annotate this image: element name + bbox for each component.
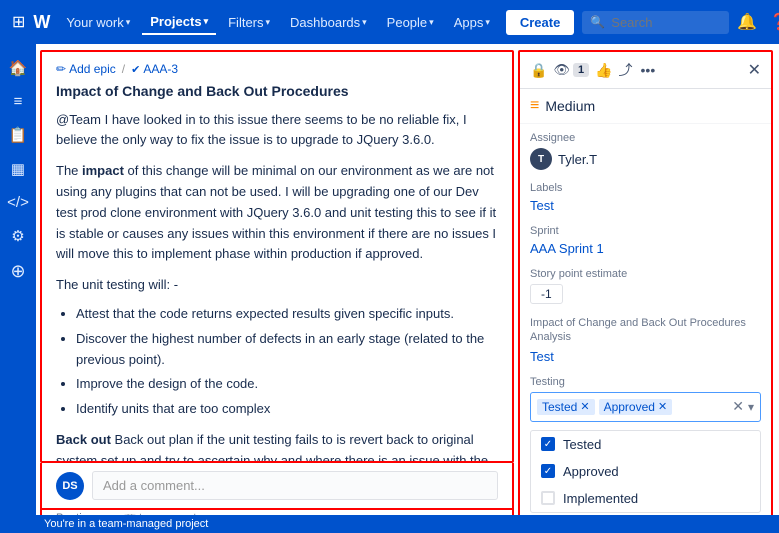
status-bar: You're in a team-managed project [36,515,779,533]
nav-projects[interactable]: Projects ▾ [142,10,216,35]
analysis-value[interactable]: Test [530,349,554,364]
sidebar-icon-reports[interactable]: ▦ [2,153,34,185]
dropdown-tested-label: Tested [563,437,601,452]
priority-row: ≡ Medium [520,89,771,124]
nav-apps[interactable]: Apps ▾ [446,11,498,34]
sidebar-icon-settings[interactable]: ⚙ [2,220,34,252]
nav-filters[interactable]: Filters ▾ [220,11,278,34]
story-points-label: Story point estimate [530,268,761,280]
issue-body: Impact of Change and Back Out Procedures… [42,82,512,463]
issue-para-3: The unit testing will: - [56,275,498,296]
add-epic-button[interactable]: ✏ Add epic [56,62,116,76]
top-nav: ⊞ W Your work ▾ Projects ▾ Filters ▾ Das… [0,0,779,44]
issue-backout: Back out Back out plan if the unit testi… [56,430,498,463]
tag-tested-remove[interactable]: ✕ [580,400,589,413]
bullet-2: Discover the highest number of defects i… [76,329,498,371]
assignee-label: Assignee [530,132,761,144]
checkbox-implemented [541,491,555,505]
assignee-row[interactable]: T Tyler.T [530,148,761,170]
nav-dashboards[interactable]: Dashboards ▾ [282,11,375,34]
thumbs-icon[interactable]: 👍 [595,62,612,79]
help-icon[interactable]: ❓ [765,8,779,36]
watch-count: 1 [573,63,589,77]
chevron-icon: ▾ [362,17,367,28]
chevron-icon: ▾ [266,17,271,28]
sprint-value[interactable]: AAA Sprint 1 [530,241,604,256]
dropdown-item-implemented[interactable]: Implemented [531,485,760,512]
sidebar-icon-home[interactable]: 🏠 [2,52,34,84]
grid-icon[interactable]: ⊞ [8,8,29,36]
issue-title: Impact of Change and Back Out Procedures [56,82,498,102]
testing-label: Testing [530,376,761,388]
sidebar-icon-backlog[interactable]: ≡ [2,86,34,117]
nav-people[interactable]: People ▾ [379,11,442,34]
chevron-icon: ▾ [204,16,209,27]
chevron-down-icon[interactable]: ▾ [748,400,754,414]
right-panel: 🔒 👁 1 👍 ⤴ ••• ✕ ≡ Medium Assignee T [518,50,773,527]
clear-tags-icon[interactable]: ✕ [732,398,744,415]
comment-avatar: DS [56,472,84,500]
share-icon[interactable]: ⤴ [619,60,633,80]
chevron-icon: ▾ [429,17,434,28]
sprint-label: Sprint [530,225,761,237]
create-button[interactable]: Create [506,10,574,35]
eye-icon: 👁 [553,62,570,78]
close-icon[interactable]: ✕ [748,60,761,80]
tag-approved: Approved ✕ [599,399,673,415]
story-points-box[interactable]: -1 [530,284,563,304]
labels-field: Labels Test [520,178,771,221]
bullet-4: Identify units that are too complex [76,399,498,420]
breadcrumb-sep: / [122,62,125,76]
assignee-avatar: T [530,148,552,170]
issue-id-link[interactable]: ✔ AAA-3 [131,62,178,76]
sprint-field: Sprint AAA Sprint 1 [520,221,771,264]
search-input[interactable] [611,15,721,30]
sidebar-icon-code[interactable]: </> [2,187,34,218]
dropdown-approved-label: Approved [563,464,619,479]
right-panel-header: 🔒 👁 1 👍 ⤴ ••• ✕ [520,52,771,89]
search-icon: 🔍 [590,15,605,29]
search-box[interactable]: 🔍 [582,11,729,34]
tag-approved-remove[interactable]: ✕ [658,400,667,413]
logo: W [33,12,50,33]
priority-label: Medium [545,98,595,114]
comment-area: DS Add a comment... [40,463,514,510]
dropdown-implemented-label: Implemented [563,491,638,506]
sidebar-icon-board[interactable]: 📋 [2,119,34,151]
more-icon[interactable]: ••• [641,62,656,78]
checkbox-tested: ✓ [541,437,555,451]
bullet-1: Attest that the code returns expected re… [76,304,498,325]
issue-para-1: @Team I have looked in to this issue the… [56,110,498,152]
tag-tested: Tested ✕ [537,399,595,415]
watch-button[interactable]: 👁 1 [553,62,589,78]
issue-panel: ✏ Add epic / ✔ AAA-3 Impact of Change an… [40,50,514,463]
breadcrumb: ✏ Add epic / ✔ AAA-3 [42,52,512,82]
issue-bullets: Attest that the code returns expected re… [76,304,498,420]
labels-label: Labels [530,182,761,194]
analysis-field: Impact of Change and Back Out Procedures… [520,312,771,372]
dropdown-item-tested[interactable]: ✓ Tested [531,431,760,458]
checkbox-approved: ✓ [541,464,555,478]
comment-placeholder: Add a comment... [103,478,205,493]
analysis-label: Impact of Change and Back Out Procedures… [530,316,761,345]
testing-dropdown: ✓ Tested ✓ Approved Implemented [530,430,761,513]
lock-icon[interactable]: 🔒 [530,62,547,79]
dropdown-item-approved[interactable]: ✓ Approved [531,458,760,485]
issue-para-2: The impact of this change will be minima… [56,161,498,265]
sidebar: 🏠 ≡ 📋 ▦ </> ⚙ ⊕ [0,44,36,533]
bullet-3: Improve the design of the code. [76,374,498,395]
chevron-icon: ▾ [485,17,490,28]
testing-tags-container[interactable]: Tested ✕ Approved ✕ ✕ ▾ [530,392,761,422]
notifications-icon[interactable]: 🔔 [733,8,761,36]
assignee-field: Assignee T Tyler.T [520,124,771,178]
nav-your-work[interactable]: Your work ▾ [58,11,138,34]
assignee-name: Tyler.T [558,152,597,167]
priority-icon: ≡ [530,97,539,115]
chevron-icon: ▾ [126,17,131,28]
comment-input[interactable]: Add a comment... [92,471,498,500]
labels-value[interactable]: Test [530,198,554,213]
story-points-field: Story point estimate -1 [520,264,771,312]
sidebar-icon-add[interactable]: ⊕ [2,254,34,289]
testing-field: Testing Tested ✕ Approved ✕ ✕ ▾ [520,372,771,430]
